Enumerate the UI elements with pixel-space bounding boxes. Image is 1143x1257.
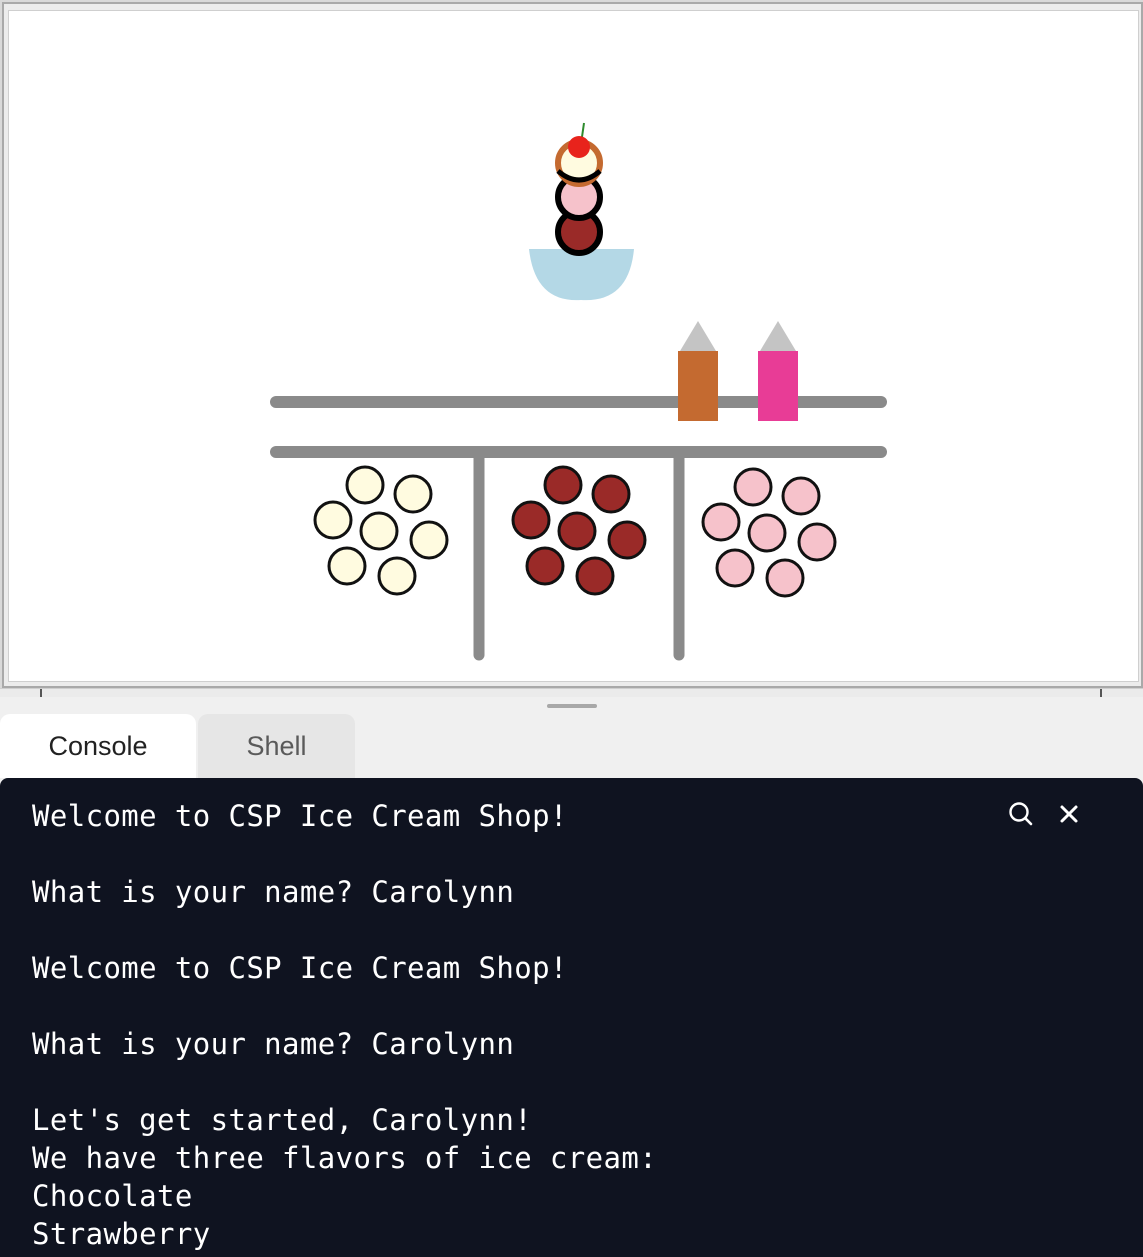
tab-shell[interactable]: Shell bbox=[198, 714, 355, 778]
chocolate-scoop bbox=[543, 465, 583, 505]
bar-tick-left bbox=[40, 689, 42, 697]
search-icon[interactable] bbox=[1007, 800, 1035, 828]
console-tabs: Console Shell bbox=[0, 714, 1143, 778]
strawberry-scoop bbox=[797, 522, 837, 562]
console-line: What is your name? Carolynn bbox=[32, 1027, 515, 1061]
vanilla-scoop bbox=[313, 500, 353, 540]
raspberry-sauce-bottle bbox=[758, 351, 798, 421]
strawberry-scoop bbox=[733, 467, 773, 507]
close-icon[interactable] bbox=[1055, 800, 1083, 828]
panel-resize-handle[interactable] bbox=[547, 704, 597, 708]
chocolate-scoop bbox=[557, 511, 597, 551]
vanilla-scoop bbox=[393, 474, 433, 514]
vanilla-scoop bbox=[345, 465, 385, 505]
console-line: Chocolate bbox=[32, 1179, 193, 1213]
console-line: We have three flavors of ice cream: bbox=[32, 1141, 658, 1175]
vanilla-scoop bbox=[409, 520, 449, 560]
ice-cream-scene bbox=[270, 122, 887, 661]
console-lines: Welcome to CSP Ice Cream Shop! What is y… bbox=[32, 797, 657, 1253]
raspberry-bottle-cap bbox=[760, 321, 796, 351]
graphics-canvas[interactable] bbox=[8, 10, 1139, 682]
chocolate-scoop bbox=[607, 520, 647, 560]
console-blank-line bbox=[32, 1063, 657, 1101]
strawberry-scoop bbox=[747, 513, 787, 553]
console-line: Strawberry bbox=[32, 1217, 211, 1251]
console-line: Let's get started, Carolynn! bbox=[32, 1103, 533, 1137]
tab-console[interactable]: Console bbox=[0, 714, 196, 778]
strawberry-scoop bbox=[715, 548, 755, 588]
console-output[interactable]: Welcome to CSP Ice Cream Shop! What is y… bbox=[0, 778, 1143, 1257]
vanilla-scoop bbox=[359, 511, 399, 551]
bar-tick-right bbox=[1100, 689, 1102, 697]
chocolate-scoop bbox=[525, 546, 565, 586]
chocolate-scoop bbox=[591, 474, 631, 514]
vanilla-scoop bbox=[377, 556, 417, 596]
vanilla-scoop bbox=[327, 546, 367, 586]
graphics-canvas-frame bbox=[0, 0, 1143, 697]
canvas-bottom-bar bbox=[0, 688, 1143, 697]
console-blank-line bbox=[32, 987, 657, 1025]
console-blank-line bbox=[32, 835, 657, 873]
console-line: What is your name? Carolynn bbox=[32, 875, 515, 909]
strawberry-scoop bbox=[701, 502, 741, 542]
console-line: Welcome to CSP Ice Cream Shop! bbox=[32, 799, 568, 833]
serving-bowl bbox=[529, 249, 634, 301]
cherry bbox=[568, 136, 590, 158]
strawberry-scoop bbox=[781, 476, 821, 516]
console-blank-line bbox=[32, 911, 657, 949]
console-line: Welcome to CSP Ice Cream Shop! bbox=[32, 951, 568, 985]
caramel-sauce-bottle bbox=[678, 351, 718, 421]
strawberry-scoop bbox=[765, 558, 805, 598]
chocolate-scoop bbox=[511, 500, 551, 540]
console-toolbar bbox=[1007, 800, 1083, 828]
caramel-bottle-cap bbox=[680, 321, 716, 351]
chocolate-scoop bbox=[575, 556, 615, 596]
